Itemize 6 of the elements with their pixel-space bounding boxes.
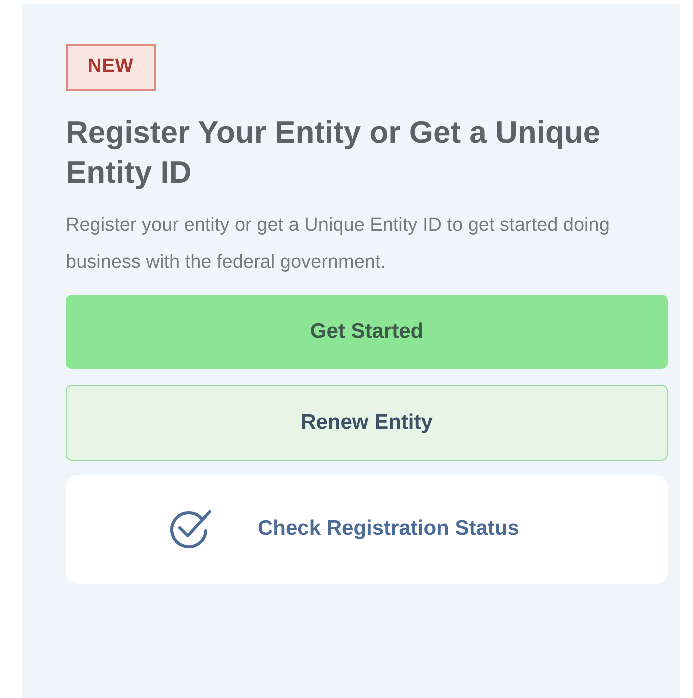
check-status-button[interactable]: Check Registration Status (66, 474, 668, 584)
card-title: Register Your Entity or Get a Unique Entity ID (66, 114, 602, 192)
get-started-button[interactable]: Get Started (66, 294, 668, 368)
card-description: Register your entity or get a Unique Entity ID to get started doing business with the federal government. (66, 214, 611, 274)
new-badge: NEW (66, 44, 156, 90)
renew-button[interactable]: Renew Entity (66, 384, 668, 460)
